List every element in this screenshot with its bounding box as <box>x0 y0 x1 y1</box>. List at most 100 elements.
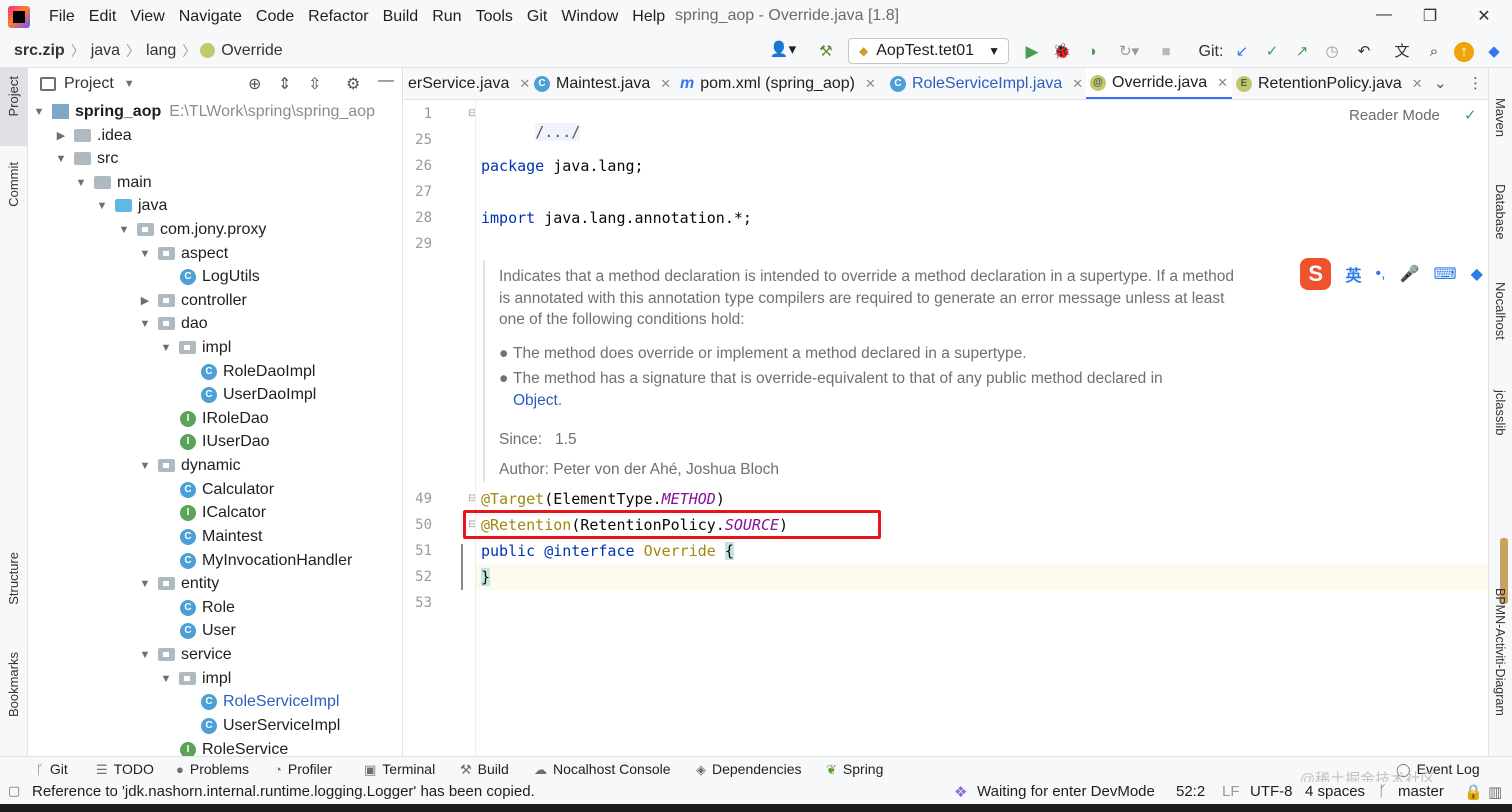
ime-language[interactable]: 英 <box>1345 262 1361 286</box>
tree-item[interactable]: I RoleService <box>180 738 288 756</box>
menu-code[interactable]: Code <box>249 8 301 26</box>
sogou-logo-icon[interactable]: S <box>1300 258 1332 290</box>
tool-git[interactable]: ᚴ Git <box>36 761 68 777</box>
object-link[interactable]: Object <box>513 392 558 409</box>
menu-tools[interactable]: Tools <box>469 8 520 26</box>
rollback-icon[interactable]: ↶ <box>1354 42 1374 62</box>
tool-spring[interactable]: ❦ Spring <box>826 761 883 778</box>
menu-refactor[interactable]: Refactor <box>301 8 375 26</box>
lock-icon[interactable]: 🔒 <box>1464 783 1483 801</box>
profile-icon[interactable]: ↻▾ <box>1112 42 1146 62</box>
stripe-commit[interactable]: Commit <box>6 162 21 207</box>
tree-item[interactable]: I IRoleDao <box>180 407 269 430</box>
tree-item[interactable]: ▶ controller <box>138 289 247 312</box>
status-message[interactable]: Reference to 'jdk.nashorn.internal.runti… <box>32 783 535 800</box>
memory-icon[interactable]: ▥ <box>1488 783 1502 801</box>
stop-icon[interactable]: ■ <box>1156 42 1176 62</box>
tab-pom[interactable]: m pom.xml (spring_aop) ✕ <box>680 68 876 99</box>
tool-todo[interactable]: ☰ TODO <box>96 761 154 778</box>
stripe-jclasslib[interactable]: jclasslib <box>1493 390 1508 436</box>
update-icon[interactable]: ↑ <box>1454 42 1474 62</box>
tool-nocalhost-console[interactable]: ☁ Nocalhost Console <box>534 761 671 778</box>
collapse-all-icon[interactable]: ⇳ <box>308 74 321 94</box>
menu-window[interactable]: Window <box>554 8 625 26</box>
tool-build[interactable]: ⚒ Build <box>460 761 509 778</box>
stripe-database[interactable]: Database <box>1493 184 1508 240</box>
stripe-project[interactable]: Project <box>6 76 21 116</box>
history-icon[interactable]: ◷ <box>1322 42 1342 62</box>
folded-region[interactable]: /.../ <box>535 123 581 141</box>
tree-item[interactable]: C RoleDaoImpl <box>201 360 315 383</box>
user-icon[interactable]: 👤▾ <box>768 40 798 60</box>
tree-item[interactable]: C Maintest <box>180 525 262 548</box>
tree-item[interactable]: ▼ entity <box>138 572 220 595</box>
tree-item[interactable]: C Calculator <box>180 478 274 501</box>
close-icon[interactable]: ✕ <box>1412 76 1423 92</box>
tree-item[interactable]: C UserServiceImpl <box>201 714 340 737</box>
tree-item[interactable]: ▼ impl <box>159 336 232 359</box>
caret-position[interactable]: 52:2 <box>1176 783 1205 800</box>
indent-setting[interactable]: 4 spaces <box>1305 783 1365 800</box>
line-separator[interactable]: LF <box>1222 783 1240 800</box>
tree-item[interactable]: ▼ impl <box>159 667 232 690</box>
minimize-icon[interactable]: — <box>1372 6 1396 28</box>
more-icon[interactable]: ⋮ <box>1468 74 1483 92</box>
tree-item[interactable]: ▼ main <box>74 171 152 194</box>
stripe-bpmn[interactable]: BPMN-Activiti-Diagram <box>1493 588 1507 716</box>
translate-icon[interactable]: 文 <box>1392 42 1412 62</box>
tab-retentionpolicy[interactable]: E RetentionPolicy.java ✕ <box>1236 68 1423 99</box>
reader-mode-toggle[interactable]: Reader Mode <box>1349 107 1440 124</box>
stripe-structure[interactable]: Structure <box>6 552 21 605</box>
close-icon[interactable]: ✕ <box>1472 6 1496 28</box>
tool-dependencies[interactable]: ◈ Dependencies <box>696 761 802 778</box>
tree-item[interactable]: ▼ dynamic <box>138 454 241 477</box>
tree-item[interactable]: ▼ java <box>95 194 168 217</box>
project-panel-title[interactable]: Project <box>64 75 114 93</box>
tree-item[interactable]: I ICalcator <box>180 501 266 524</box>
tree-item[interactable]: ▼ src <box>54 147 119 170</box>
gear-icon[interactable]: ⚙ <box>346 74 360 94</box>
run-configuration-select[interactable]: ◆ AopTest.tet01 ▼ <box>848 38 1009 64</box>
tree-item[interactable]: C RoleServiceImpl <box>201 690 339 713</box>
tree-item[interactable]: ▼ dao <box>138 312 208 335</box>
breadcrumb-lang[interactable]: lang <box>140 42 182 60</box>
stripe-nocalhost[interactable]: Nocalhost <box>1493 282 1508 340</box>
search-icon[interactable]: ⌕ <box>1424 42 1444 62</box>
git-update-icon[interactable]: ↙ <box>1232 42 1252 62</box>
restore-icon[interactable]: ❐ <box>1418 6 1442 28</box>
file-encoding[interactable]: UTF-8 <box>1250 783 1293 800</box>
git-branch[interactable]: master <box>1398 783 1444 800</box>
chevron-down-icon[interactable]: ▼ <box>124 78 135 90</box>
devmode-status[interactable]: Waiting for enter DevMode <box>977 783 1155 800</box>
stripe-maven[interactable]: Maven <box>1493 98 1508 137</box>
plugin-icon[interactable]: ◆ <box>1484 42 1504 62</box>
tree-item[interactable]: C User <box>180 619 236 642</box>
tool-problems[interactable]: ● Problems <box>176 761 249 777</box>
tree-item[interactable]: ▼ service <box>138 643 232 666</box>
git-commit-icon[interactable]: ✓ <box>1262 42 1282 62</box>
breadcrumb-java[interactable]: java <box>85 42 126 60</box>
chevron-down-icon[interactable]: ⌄ <box>1434 74 1447 92</box>
menu-navigate[interactable]: Navigate <box>172 8 249 26</box>
run-icon[interactable]: ▶ <box>1022 42 1042 62</box>
close-icon[interactable]: ✕ <box>865 76 876 92</box>
close-icon[interactable]: ✕ <box>1072 76 1083 92</box>
tree-item[interactable]: ▼ spring_aop E:\TLWork\spring\spring_aop <box>32 100 375 123</box>
tree-item[interactable]: C UserDaoImpl <box>201 383 316 406</box>
tab-roleservice[interactable]: erService.java ✕ <box>408 68 530 99</box>
breadcrumb-override[interactable]: Override <box>215 42 288 60</box>
skin-icon[interactable]: ◆ <box>1471 264 1483 284</box>
keyboard-icon[interactable]: ⌨ <box>1433 264 1456 284</box>
tree-item[interactable]: C MyInvocationHandler <box>180 549 352 572</box>
git-push-icon[interactable]: ↗ <box>1292 42 1312 62</box>
tree-item[interactable]: ▼ com.jony.proxy <box>117 218 267 241</box>
tool-profiler[interactable]: ◔ Profiler <box>274 761 332 777</box>
close-icon[interactable]: ✕ <box>519 76 530 92</box>
punctuation-icon[interactable]: •, <box>1376 265 1386 283</box>
expand-all-icon[interactable]: ⇕ <box>278 74 291 94</box>
tree-item[interactable]: ▼ aspect <box>138 242 229 265</box>
tree-item[interactable]: C LogUtils <box>180 265 260 288</box>
stripe-bookmarks[interactable]: Bookmarks <box>6 652 21 717</box>
tool-terminal[interactable]: ▣ Terminal <box>364 761 435 778</box>
menu-git[interactable]: Git <box>520 8 554 26</box>
